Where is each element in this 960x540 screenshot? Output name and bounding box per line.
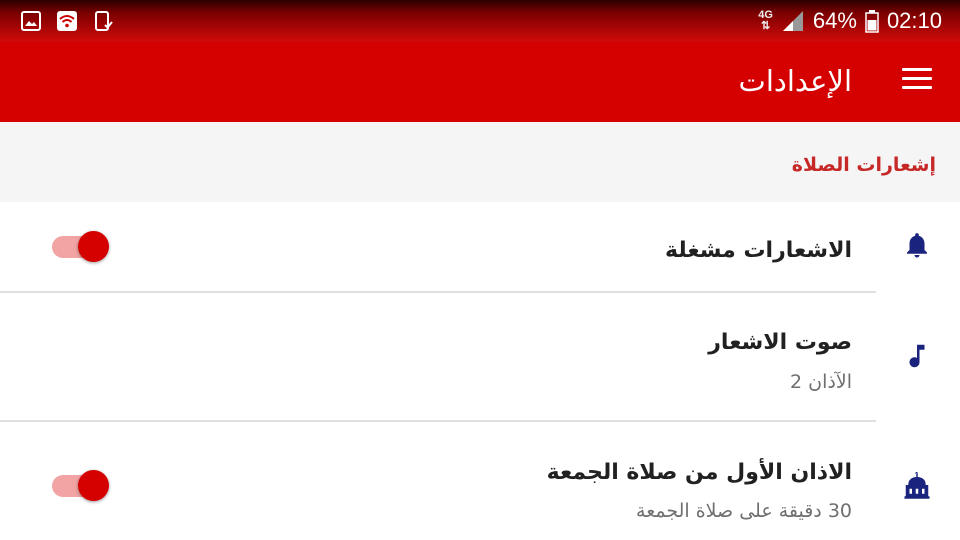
setting-title: الاشعارات مشغلة [665, 238, 852, 263]
image-icon [21, 11, 41, 31]
section-header: إشعارات الصلاة [0, 122, 960, 202]
network-indicator: 4G ⇅ [758, 10, 773, 32]
notifications-toggle[interactable] [50, 229, 112, 265]
setting-title: صوت الاشعار [708, 330, 852, 355]
battery-icon [865, 10, 879, 33]
setting-subtitle: الآذان 2 [790, 371, 852, 393]
setting-friday-first-adhan[interactable]: الاذان الأول من صلاة الجمعة 30 دقيقة على… [0, 422, 960, 540]
signal-icon [782, 11, 803, 31]
bell-icon [907, 233, 927, 258]
setting-notifications-enabled[interactable]: الاشعارات مشغلة [0, 202, 960, 292]
status-time: 02:10 [886, 8, 942, 33]
hamburger-menu-icon[interactable] [902, 68, 932, 92]
data-arrows-icon: ⇅ [760, 20, 771, 32]
setting-title: الاذان الأول من صلاة الجمعة [546, 460, 852, 485]
phone-check-icon [95, 11, 113, 31]
mosque-icon [904, 471, 930, 499]
battery-percent: 64% [812, 8, 857, 33]
setting-notification-sound[interactable]: صوت الاشعار الآذان 2 [0, 293, 960, 420]
page-title: الإعدادات [738, 64, 852, 98]
music-note-icon [909, 344, 925, 368]
wifi-icon [57, 11, 77, 31]
friday-adhan-toggle[interactable] [50, 468, 112, 504]
status-bar: 4G ⇅ 64% 02:10 [0, 0, 960, 42]
setting-subtitle: 30 دقيقة على صلاة الجمعة [636, 500, 852, 522]
app-bar: الإعدادات [0, 42, 960, 122]
section-title: إشعارات الصلاة [791, 154, 936, 176]
